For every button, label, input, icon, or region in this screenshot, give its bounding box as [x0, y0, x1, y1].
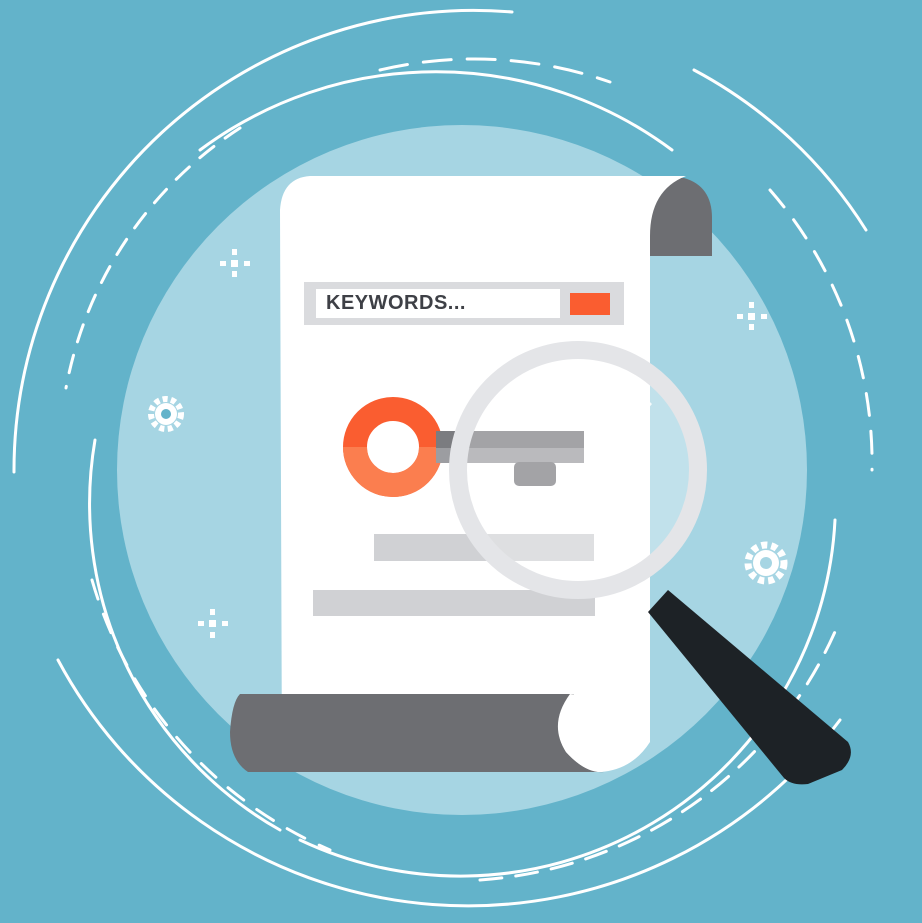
keywords-search-text: KEYWORDS...: [326, 292, 466, 314]
search-button-icon: [570, 293, 610, 315]
background-artwork: [12, 8, 874, 908]
illustration: KEYWORDS...: [0, 0, 922, 923]
